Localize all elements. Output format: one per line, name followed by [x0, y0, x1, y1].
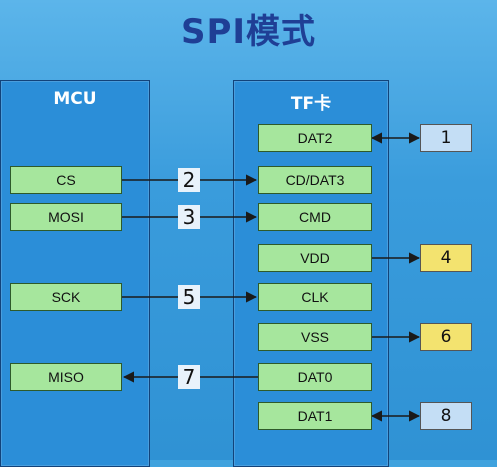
wire-number-miso: 7 — [178, 365, 200, 389]
wire-number-cs: 2 — [178, 168, 200, 192]
wire-number-mosi: 3 — [178, 205, 200, 229]
side-number-dat1: 8 — [420, 402, 472, 430]
side-number-dat2: 1 — [420, 124, 472, 152]
mcu-pin-sck: SCK — [10, 283, 122, 311]
tf-pin-cd-dat3: CD/DAT3 — [258, 166, 372, 194]
side-number-vss: 6 — [420, 323, 472, 351]
tf-pin-cmd: CMD — [258, 203, 372, 231]
side-number-vdd: 4 — [420, 244, 472, 272]
tf-pin-vss: VSS — [258, 323, 372, 351]
tf-pin-dat0: DAT0 — [258, 363, 372, 391]
tf-pin-vdd: VDD — [258, 244, 372, 272]
mcu-pin-miso: MISO — [10, 363, 122, 391]
mcu-pin-cs: CS — [10, 166, 122, 194]
tf-pin-dat2: DAT2 — [258, 124, 372, 152]
wire-number-sck: 5 — [178, 285, 200, 309]
tf-pin-clk: CLK — [258, 283, 372, 311]
mcu-pin-mosi: MOSI — [10, 203, 122, 231]
tf-pin-dat1: DAT1 — [258, 402, 372, 430]
diagram-canvas: SPI模式 MCU TF卡 CS MOSI SCK MISO DAT2 CD/D… — [0, 0, 497, 467]
